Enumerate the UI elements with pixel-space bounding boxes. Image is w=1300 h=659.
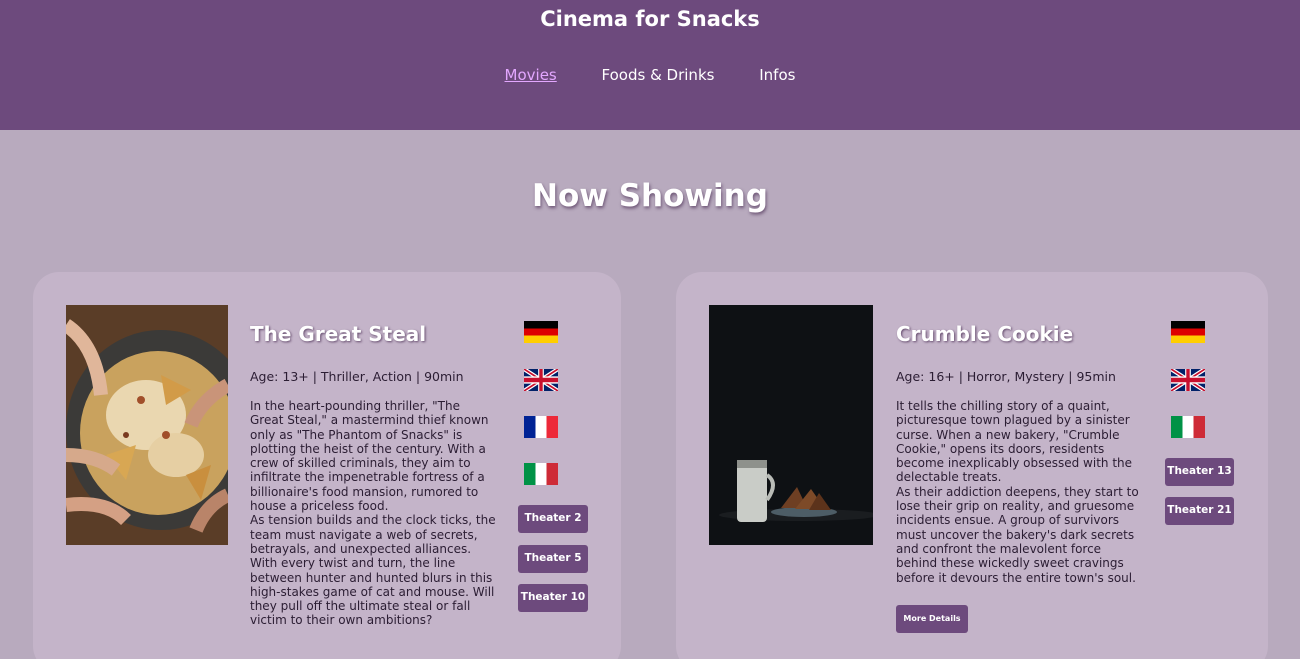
description-paragraph: As their addiction deepens, they start t… bbox=[896, 484, 1139, 585]
movie-meta: Age: 13+ | Thriller, Action | 90min bbox=[250, 369, 464, 384]
movie-card-crumble-cookie: Crumble Cookie Age: 16+ | Horror, Myster… bbox=[676, 272, 1268, 659]
movie-meta: Age: 16+ | Horror, Mystery | 95min bbox=[896, 369, 1116, 384]
description-paragraph: It tells the chilling story of a quaint,… bbox=[896, 399, 1133, 485]
more-details-button[interactable]: More Details bbox=[896, 605, 968, 633]
theater-10-button[interactable]: Theater 10 bbox=[518, 584, 588, 612]
poster-cookie-image bbox=[709, 305, 873, 545]
poster-nachos-image bbox=[66, 305, 228, 545]
uk-flag-icon bbox=[1171, 369, 1205, 391]
german-flag-icon bbox=[1171, 321, 1205, 343]
movie-poster bbox=[66, 305, 228, 545]
theater-21-button[interactable]: Theater 21 bbox=[1165, 497, 1234, 525]
theater-2-button[interactable]: Theater 2 bbox=[518, 505, 588, 533]
site-header: Cinema for Snacks Movies Foods & Drinks … bbox=[0, 0, 1300, 130]
movie-card-great-steal: The Great Steal Age: 13+ | Thriller, Act… bbox=[33, 272, 621, 659]
italy-flag-icon bbox=[1171, 416, 1205, 438]
france-flag-icon bbox=[524, 416, 558, 438]
theater-13-button[interactable]: Theater 13 bbox=[1165, 458, 1234, 486]
nav-infos[interactable]: Infos bbox=[759, 66, 795, 84]
site-title: Cinema for Snacks bbox=[540, 7, 760, 31]
theater-5-button[interactable]: Theater 5 bbox=[518, 545, 588, 573]
nav-foods-drinks[interactable]: Foods & Drinks bbox=[602, 66, 715, 84]
movie-title: Crumble Cookie bbox=[896, 322, 1074, 346]
main-nav: Movies Foods & Drinks Infos bbox=[0, 66, 1300, 84]
italy-flag-icon bbox=[524, 463, 558, 485]
section-title: Now Showing bbox=[532, 178, 768, 214]
uk-flag-icon bbox=[524, 369, 558, 391]
movie-title: The Great Steal bbox=[250, 322, 427, 346]
movie-description: It tells the chilling story of a quaint,… bbox=[896, 399, 1146, 585]
description-paragraph: As tension builds and the clock ticks, t… bbox=[250, 513, 496, 628]
nav-movies[interactable]: Movies bbox=[505, 66, 557, 84]
german-flag-icon bbox=[524, 321, 558, 343]
movie-poster bbox=[709, 305, 873, 545]
description-paragraph: In the heart-pounding thriller, "The Gre… bbox=[250, 399, 489, 514]
movie-description: In the heart-pounding thriller, "The Gre… bbox=[250, 399, 496, 628]
